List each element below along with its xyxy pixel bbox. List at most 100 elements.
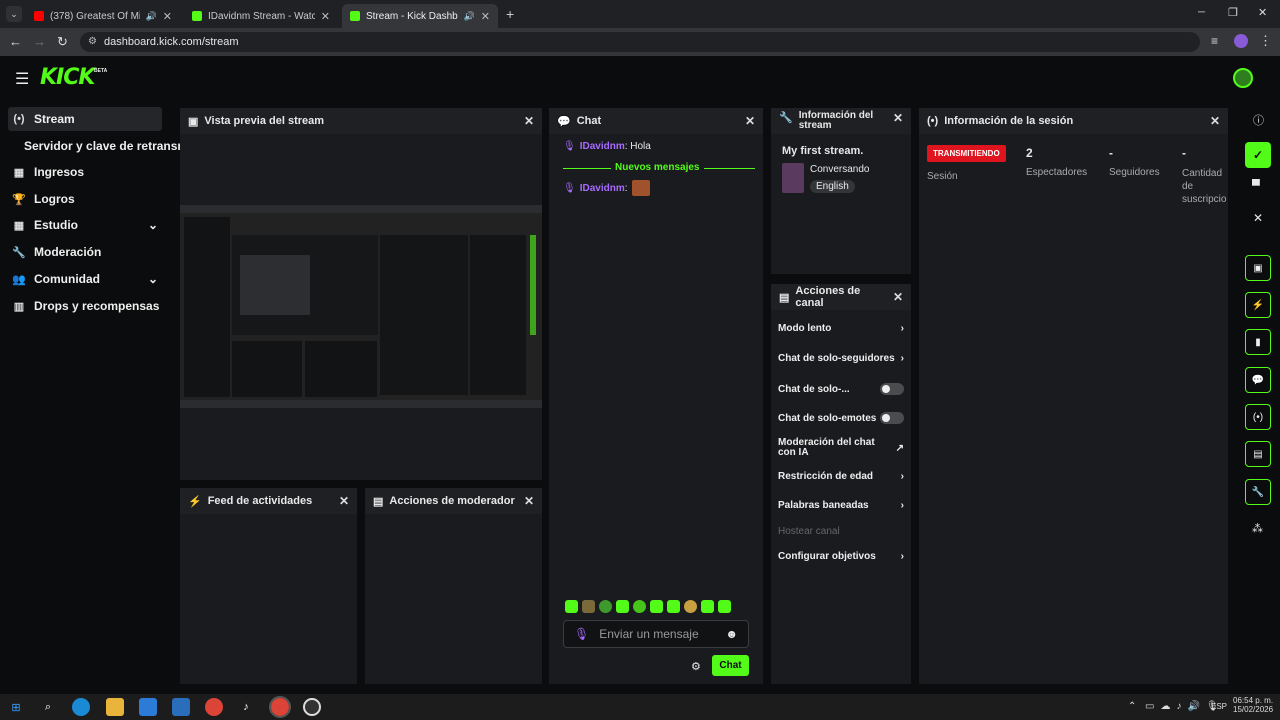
- stream-preview-video[interactable]: [180, 205, 542, 408]
- action-emotes-only[interactable]: Chat de solo-emotes: [778, 412, 904, 424]
- minimize-button[interactable]: ─: [1198, 7, 1205, 18]
- kick-logo[interactable]: KICK: [40, 65, 95, 90]
- bar-chart-icon: ▦: [13, 166, 25, 179]
- close-icon[interactable]: ✕: [339, 494, 349, 508]
- emote-icon[interactable]: [684, 600, 697, 613]
- subs-only-toggle[interactable]: [880, 383, 904, 395]
- browser-menu-icon[interactable]: ⋮: [1259, 33, 1272, 49]
- address-bar[interactable]: ⚙ dashboard.kick.com/stream: [80, 32, 1200, 52]
- emote-icon[interactable]: [565, 600, 578, 613]
- back-arrow-icon[interactable]: ←: [9, 34, 22, 49]
- tray-chevron-icon[interactable]: ⌃: [1128, 701, 1136, 712]
- clipboard-icon: ▤: [373, 495, 384, 508]
- windows-start-icon[interactable]: ⊞: [7, 698, 25, 716]
- emote-icon[interactable]: [633, 600, 646, 613]
- emote-icon[interactable]: [701, 600, 714, 613]
- new-tab-button[interactable]: +: [506, 6, 514, 22]
- emoji-icon[interactable]: ☻: [725, 627, 748, 641]
- reload-icon[interactable]: ↻: [57, 34, 68, 50]
- audio-icon: 🔊: [463, 10, 475, 21]
- action-followers-only[interactable]: Chat de solo-seguidores ›: [778, 353, 904, 364]
- close-icon[interactable]: ✕: [1210, 114, 1220, 128]
- close-tab-icon[interactable]: ✕: [163, 10, 172, 23]
- document-toggle-icon[interactable]: ▮: [1245, 329, 1271, 355]
- sidebar-item-stream[interactable]: (•) Stream: [8, 107, 162, 131]
- community-icon[interactable]: ⁂: [1252, 522, 1263, 535]
- sidebar-item-estudio[interactable]: ▦ Estudio ⌄: [8, 213, 162, 237]
- chat-settings-icon[interactable]: ⚙: [691, 660, 701, 673]
- file-explorer-icon[interactable]: [106, 698, 124, 716]
- lightning-toggle-icon[interactable]: ⚡: [1245, 292, 1271, 318]
- clipboard-toggle-icon[interactable]: ▤: [1245, 441, 1271, 467]
- sidebar-item-logros[interactable]: 🏆 Logros: [8, 187, 162, 211]
- check-button[interactable]: ✓: [1245, 142, 1271, 168]
- emote-image: [631, 180, 650, 196]
- action-configure-goals[interactable]: Configurar objetivos ›: [778, 551, 904, 562]
- profile-avatar[interactable]: [1234, 34, 1248, 48]
- action-subs-only[interactable]: Chat de solo-...: [778, 383, 904, 395]
- action-age-restriction[interactable]: Restricción de edad ›: [778, 471, 904, 482]
- preview-toggle-icon[interactable]: ▣: [1245, 255, 1271, 281]
- clock[interactable]: 06:54 p. m. 15/02/2026: [1233, 696, 1273, 714]
- close-icon[interactable]: ✕: [745, 114, 755, 128]
- maximize-button[interactable]: ❐: [1228, 6, 1238, 19]
- browser-tab-dashboard[interactable]: Stream - Kick Dashboard 🔊 ✕: [342, 4, 498, 28]
- chrome-active-icon[interactable]: [269, 696, 291, 718]
- close-tab-icon[interactable]: ✕: [481, 10, 490, 23]
- sidebar-item-moderacion[interactable]: 🔧 Moderación: [8, 240, 162, 264]
- layout-icon[interactable]: ▀: [1252, 180, 1260, 192]
- chat-username[interactable]: IDavidnm: [580, 183, 625, 194]
- send-chat-button[interactable]: Chat: [712, 655, 749, 676]
- language-indicator[interactable]: ESP: [1211, 702, 1227, 711]
- store-icon[interactable]: [139, 698, 157, 716]
- action-banned-words[interactable]: Palabras baneadas ›: [778, 500, 904, 511]
- forward-arrow-icon[interactable]: →: [33, 34, 46, 49]
- wrench-toggle-icon[interactable]: 🔧: [1245, 479, 1271, 505]
- chat-input[interactable]: 🎙 Enviar un mensaje ☻: [563, 620, 749, 648]
- close-icon[interactable]: ✕: [524, 114, 534, 128]
- panel-header: 🔧 Información del stream ✕: [771, 108, 911, 134]
- panel-header: (•) Información de la sesión ✕: [919, 108, 1228, 134]
- emote-icon[interactable]: [667, 600, 680, 613]
- chat-toggle-icon[interactable]: 💬: [1245, 367, 1271, 393]
- kick-favicon-icon: [192, 11, 202, 21]
- close-icon[interactable]: ✕: [524, 494, 534, 508]
- audio-icon: 🔊: [145, 10, 157, 21]
- search-icon[interactable]: ⌕: [39, 698, 57, 716]
- obs-icon[interactable]: [303, 698, 321, 716]
- lightning-icon: ⚡: [188, 495, 202, 508]
- chat-message: 🎙 IDavidnm :: [563, 180, 650, 196]
- media-controls-icon[interactable]: ≡: [1211, 34, 1218, 48]
- chrome-icon[interactable]: [205, 698, 223, 716]
- close-window-button[interactable]: ✕: [1258, 6, 1267, 19]
- mail-icon[interactable]: [172, 698, 190, 716]
- moderator-actions-panel: ▤ Acciones de moderador ✕: [365, 488, 542, 684]
- close-icon[interactable]: ✕: [1253, 211, 1263, 225]
- browser-tab-youtube[interactable]: (378) Greatest Of Michael J... 🔊 ✕: [26, 4, 180, 28]
- emote-icon[interactable]: [599, 600, 612, 613]
- emote-icon[interactable]: [616, 600, 629, 613]
- close-icon[interactable]: ✕: [893, 290, 903, 304]
- hamburger-menu-icon[interactable]: ☰: [15, 69, 29, 89]
- edge-icon[interactable]: [72, 698, 90, 716]
- chat-username[interactable]: IDavidnm: [580, 141, 625, 152]
- emote-icon[interactable]: [650, 600, 663, 613]
- tiktok-icon[interactable]: ♪: [237, 698, 255, 716]
- sidebar-item-ingresos[interactable]: ▦ Ingresos: [8, 160, 162, 184]
- broadcast-toggle-icon[interactable]: (•): [1245, 404, 1271, 430]
- emotes-only-toggle[interactable]: [880, 412, 904, 424]
- tab-search-button[interactable]: ⌄: [6, 6, 22, 22]
- action-ai-moderation[interactable]: Moderación del chat con IA ↗: [778, 438, 904, 458]
- browser-tab-idavidnm[interactable]: IDavidnm Stream - Watch Live o ✕: [184, 4, 338, 28]
- close-icon[interactable]: ✕: [893, 111, 903, 125]
- action-slow-mode[interactable]: Modo lento ›: [778, 323, 904, 334]
- close-tab-icon[interactable]: ✕: [321, 10, 330, 23]
- sidebar-item-drops[interactable]: ▥ Drops y recompensas: [8, 294, 162, 318]
- user-avatar[interactable]: [1233, 68, 1253, 88]
- emote-icon[interactable]: [582, 600, 595, 613]
- info-icon[interactable]: ⓘ: [1253, 112, 1264, 128]
- sidebar-item-server-key[interactable]: Servidor y clave de retransm: [20, 134, 180, 158]
- site-info-icon[interactable]: ⚙: [88, 36, 97, 47]
- emote-icon[interactable]: [718, 600, 731, 613]
- sidebar-item-comunidad[interactable]: 👥 Comunidad ⌄: [8, 267, 162, 291]
